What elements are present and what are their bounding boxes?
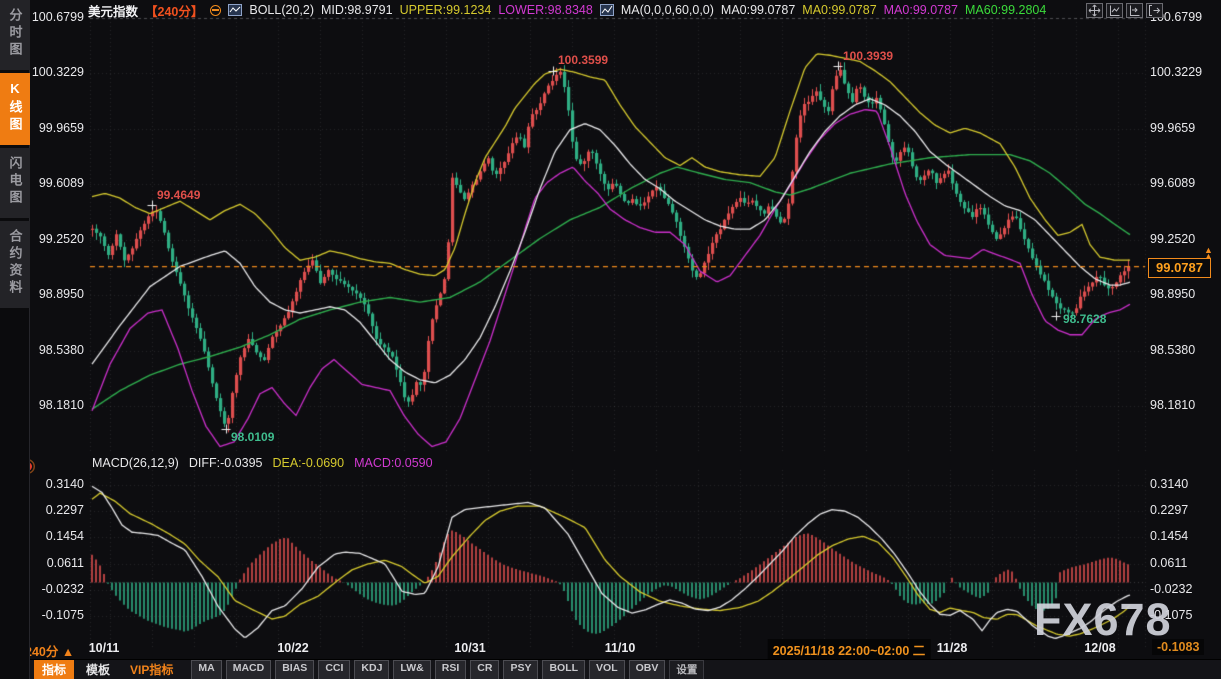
x-axis-date-label: 11/28: [937, 641, 968, 655]
indicator-button[interactable]: KDJ: [354, 660, 389, 679]
indicator-button[interactable]: MA: [191, 660, 221, 679]
ma0-value-2: MA0:99.0787: [802, 3, 876, 17]
price-axis-label: 98.5380: [1150, 343, 1195, 357]
price-axis-label: 99.9659: [1150, 121, 1195, 135]
toolbar-tab[interactable]: 指标: [34, 660, 74, 679]
sidebar-tab[interactable]: K线图: [0, 73, 30, 145]
x-axis-date-label: 10/22: [277, 641, 308, 655]
hovered-bar-time-label: 2025/11/18 22:00~02:00 二: [768, 639, 931, 660]
indicator-button[interactable]: BIAS: [275, 660, 314, 679]
indicator-button[interactable]: PSY: [503, 660, 538, 679]
macd-axis-label: 0.1454: [24, 529, 84, 543]
zoom-out-chart-icon[interactable]: [1106, 3, 1123, 18]
x-axis-row: 240分 ▲ 10/11 10/22 10/31 11/10 11/28 12/08 20…: [0, 638, 1221, 659]
macd-params-label: MACD(26,12,9): [92, 456, 179, 470]
macd-axis-label: 0.3140: [24, 477, 84, 491]
price-axis-label: 99.2520: [24, 232, 84, 246]
collapse-circle-minus-icon[interactable]: [210, 5, 221, 16]
price-axis-label: 100.3229: [24, 65, 84, 79]
price-annotation: 99.4649: [157, 188, 200, 202]
boll-mid-value: MID:98.9791: [321, 3, 393, 17]
price-axis-label: 99.9659: [24, 121, 84, 135]
indicator-button[interactable]: BOLL: [542, 660, 585, 679]
x-axis-date-label: 11/10: [605, 641, 636, 655]
ma0-value-3: MA0:99.0787: [884, 3, 958, 17]
macd-current-value-tag: -0.1083: [1152, 639, 1204, 655]
shift-right-icon[interactable]: [1146, 3, 1163, 18]
macd-axis-label: 0.0611: [1150, 556, 1187, 570]
ma-label: MA(0,0,0,60,0,0): [621, 3, 714, 17]
zoom-in-chart-icon[interactable]: [1126, 3, 1143, 18]
indicator-button[interactable]: VOL: [589, 660, 625, 679]
price-axis-label: 99.6089: [24, 176, 84, 190]
boll-upper-value: UPPER:99.1234: [400, 3, 492, 17]
price-annotation: 98.0109: [231, 430, 274, 444]
toolbar-left: 指标模板VIP指标: [34, 660, 181, 679]
price-axis-label: 100.3229: [1150, 65, 1202, 79]
macd-dea-value: DEA:-0.0690: [272, 456, 344, 470]
bottom-toolbar: 指标模板VIP指标 MA MACDBIASCCIKDJLW&RSICRPSYBOL…: [0, 659, 1221, 679]
macd-value: MACD:0.0590: [354, 456, 433, 470]
price-axis-label: 98.1810: [1150, 398, 1195, 412]
price-axis-label: 98.8950: [1150, 287, 1195, 301]
indicator-buttons: MA MACDBIASCCIKDJLW&RSICRPSYBOLLVOLOBV设置: [191, 660, 704, 679]
chart-info-bar: 美元指数 【240分】 BOLL(20,2) MID:98.9791 UPPER…: [88, 2, 1046, 18]
current-price-tag: 99.0787: [1148, 258, 1211, 278]
indicator-button[interactable]: CCI: [318, 660, 350, 679]
indicator-button[interactable]: 设置: [669, 660, 704, 679]
macd-axis-label: -0.0232: [24, 582, 84, 596]
boll-lower-value: LOWER:98.8348: [498, 3, 593, 17]
macd-axis-label: 0.3140: [1150, 477, 1188, 491]
indicator-button[interactable]: OBV: [629, 660, 666, 679]
instrument-name: 美元指数: [88, 1, 138, 20]
price-axis-label: 98.5380: [24, 343, 84, 357]
macd-axis-label: 0.2297: [24, 503, 84, 517]
macd-diff-value: DIFF:-0.0395: [189, 456, 263, 470]
boll-chart-icon: [228, 4, 242, 16]
price-axis-label: 98.1810: [24, 398, 84, 412]
price-annotation: 100.3939: [843, 49, 893, 63]
indicator-button[interactable]: CR: [470, 660, 499, 679]
price-up-arrows-icon: ▲▲: [1204, 247, 1213, 259]
x-axis-date-label: 10/31: [454, 641, 485, 655]
sidebar-tab[interactable]: 分时图: [0, 0, 30, 70]
interval-label[interactable]: 【240分】: [145, 1, 203, 20]
toolbar-tab[interactable]: 模板: [78, 660, 118, 679]
x-axis-date-label: 10/11: [89, 641, 120, 655]
price-axis-label: 99.2520: [1150, 232, 1195, 246]
macd-axis-label: 0.2297: [1150, 503, 1188, 517]
ma-chart-icon: [600, 4, 614, 16]
macd-axis-label: -0.0232: [1150, 582, 1192, 596]
price-annotation: 100.3599: [558, 53, 608, 67]
price-annotation: 98.7628: [1063, 312, 1106, 326]
chart-controls: [1086, 3, 1163, 18]
indicator-button[interactable]: MACD: [226, 660, 272, 679]
x-axis-date-label: 12/08: [1084, 641, 1115, 655]
app-window: 分时图K线图闪电图合约资料 美元指数 【240分】 BOLL(20,2) MID…: [0, 0, 1221, 679]
indicator-button[interactable]: RSI: [435, 660, 467, 679]
macd-axis-label: 0.1454: [1150, 529, 1188, 543]
macd-header: MACD(26,12,9) DIFF:-0.0395 DEA:-0.0690 M…: [92, 456, 433, 470]
indicator-button[interactable]: LW&: [393, 660, 430, 679]
price-axis-label: 99.6089: [1150, 176, 1195, 190]
chart-canvas[interactable]: [0, 0, 1221, 679]
sidebar-tab[interactable]: 闪电图: [0, 148, 30, 218]
macd-axis-label: 0.0611: [24, 556, 84, 570]
macd-axis-label: -0.1075: [24, 608, 84, 622]
period-selector[interactable]: 240分 ▲: [25, 641, 74, 660]
ma0-value-1: MA0:99.0787: [721, 3, 795, 17]
sidebar: 分时图K线图闪电图合约资料: [0, 0, 30, 679]
macd-axis-label: -0.1075: [1150, 608, 1192, 622]
pan-crosshair-icon[interactable]: [1086, 3, 1103, 18]
toolbar-tab[interactable]: VIP指标: [122, 660, 181, 679]
price-axis-label: 100.6799: [24, 10, 84, 24]
price-axis-label: 98.8950: [24, 287, 84, 301]
sidebar-tab[interactable]: 合约资料: [0, 221, 30, 308]
ma60-value: MA60:99.2804: [965, 3, 1046, 17]
boll-label: BOLL(20,2): [249, 3, 314, 17]
